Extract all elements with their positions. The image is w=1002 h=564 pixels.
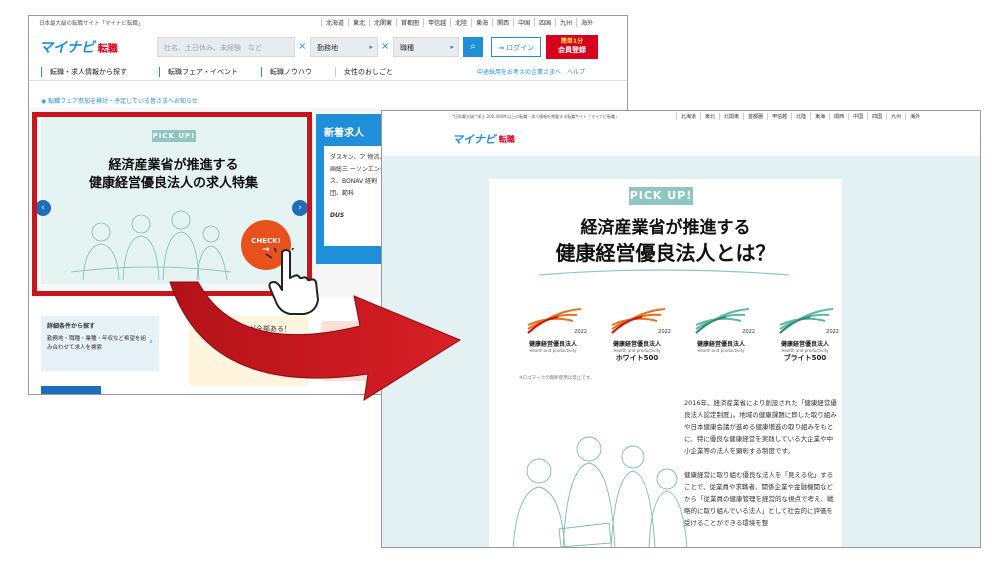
keyword-search-input[interactable]: 社名、土日休み、未経験 など	[157, 37, 295, 57]
cert-sub: Health and productivity	[697, 348, 745, 353]
cert-name: 健康経営優良法人	[780, 341, 829, 348]
new-jobs-text: ダスキン、ア 物流、画総三 ーソンエンタ ス、BONAV 経割団、範科	[330, 154, 386, 197]
site-tagline: *日本最大級 *求人 200,000件以上の転職・求人情報を掲載する転職サイト「…	[452, 114, 620, 119]
site-logo[interactable]: マイナビ 転職	[452, 131, 515, 147]
region-link[interactable]: 北関東	[369, 18, 396, 27]
cert-extra: ホワイト500	[615, 354, 659, 362]
region-link[interactable]: 関西	[492, 18, 513, 27]
pickup-badge: PICK UP!	[629, 187, 693, 205]
top-bar: 日本最大級の転職サイト「マイナビ転職」 北海道 東北 北関東 首都圏 甲信越 北…	[29, 16, 627, 29]
register-button[interactable]: 簡単1分 会員登録	[546, 35, 598, 59]
region-link[interactable]: 東海	[810, 113, 829, 120]
region-link[interactable]: 中国	[848, 113, 867, 120]
feature-page-window: *日本最大級 *求人 200,000件以上の転職・求人情報を掲載する転職サイト「…	[381, 110, 981, 548]
cert-logo-bright500: 2022 健康経営優良法人 Health and productivity ブラ…	[769, 307, 841, 367]
region-link[interactable]: 首都圏	[743, 113, 767, 120]
region-link[interactable]: 北陸	[791, 113, 810, 120]
region-link[interactable]: 甲信越	[423, 18, 450, 27]
nav-item[interactable]: 転職ノウハウ	[261, 67, 312, 77]
nav-right-links[interactable]: 中途採用をお考えの企業さまへ ヘルプ	[477, 67, 585, 76]
feature-content: PICK UP! 経済産業省が推進する 健康経営優良法人とは？ 2022 健康経…	[489, 179, 842, 547]
main-nav: 転職・求人情報から探す 転職フェア・イベント 転職ノウハウ 女性のおしごと 中途…	[29, 65, 627, 81]
login-button[interactable]: ⇥ ログイン	[491, 37, 542, 57]
region-link[interactable]: 中国	[513, 18, 534, 27]
region-link[interactable]: 東北	[700, 113, 719, 120]
nav-item[interactable]: 転職フェア・イベント	[159, 67, 238, 77]
feature-title-line2: 健康経営優良法人とは？	[555, 241, 776, 265]
blue-bar	[41, 386, 101, 394]
cert-logo-standard: 2022 健康経営優良法人 Health and productivity	[517, 307, 589, 367]
site-logo[interactable]: マイナビ 転職	[39, 37, 118, 57]
location-select[interactable]: 勤務地 ▸	[310, 37, 378, 57]
top-bar: *日本最大級 *求人 200,000件以上の転職・求人情報を掲載する転職サイト「…	[382, 111, 980, 124]
new-jobs-panel[interactable]: 新着求人 ダスキン、ア 物流、画総三 ーソンエンタ ス、BONAV 経割団、範科…	[316, 114, 394, 264]
feature-title-line1: 経済産業省が推進する	[580, 218, 751, 238]
team-illustration	[512, 436, 688, 547]
logo-usage-note: ※ロゴマークの無断使用は禁止です。	[519, 376, 595, 381]
detail-search-card[interactable]: 詳細条件から探す 勤務地・職種・業種・年収など希望を組み合わせて求人を検索 ›	[41, 316, 159, 371]
cert-name: 健康経営優良法人	[612, 341, 661, 348]
cert-sub: Health and productivity	[529, 348, 577, 353]
region-link[interactable]: 甲信越	[767, 113, 791, 120]
cert-year: 2022	[658, 329, 671, 335]
logo-tenshoku: 転職	[97, 43, 118, 55]
region-link[interactable]: 海外	[905, 113, 924, 120]
location-label: 勤務地	[317, 44, 338, 52]
nav-item[interactable]: 女性のおしごと	[335, 67, 393, 77]
cert-year: 2022	[826, 329, 839, 335]
site-tagline: 日本最大級の転職サイト「マイナビ転職」	[39, 21, 144, 27]
region-link[interactable]: 北陸	[450, 18, 471, 27]
cert-year: 2022	[574, 329, 587, 335]
region-link[interactable]: 四国	[534, 18, 555, 27]
chevron-right-icon: ▸	[369, 43, 373, 51]
region-link[interactable]: 東北	[348, 18, 369, 27]
region-link[interactable]: 九州	[555, 18, 576, 27]
cert-logo-white500: 2022 健康経営優良法人 Health and productivity ホワ…	[601, 307, 673, 367]
logo-tenshoku: 転職	[498, 134, 515, 144]
fair-notice-link[interactable]: ◉ 転職フェア参加を検討・予定している皆さまへお知らせ	[41, 96, 198, 105]
logo-mark: マイナビ	[452, 133, 496, 146]
new-jobs-title: 新着求人	[324, 128, 364, 139]
cert-name: 健康経営優良法人	[528, 341, 577, 348]
register-line1: 簡単1分	[560, 38, 584, 45]
jobtype-select[interactable]: 職種 ▸	[393, 37, 459, 57]
search-button[interactable]: ⌕	[463, 37, 483, 57]
region-link[interactable]: 九州	[886, 113, 905, 120]
body-paragraph-2: 健康経営に取り組む優良な法人を「見える化」することで、従業員や求職者、関係企業や…	[684, 471, 834, 527]
region-link[interactable]: 四国	[867, 113, 886, 120]
logo-mark: マイナビ	[39, 40, 95, 56]
cert-extra: ブライト500	[783, 354, 827, 362]
chevron-right-icon: ›	[149, 337, 153, 347]
region-links: 北海道 東北 北関東 首都圏 甲信越 北陸 東海 関西 中国 四国 九州 海外	[676, 113, 924, 120]
region-link[interactable]: 海外	[576, 18, 597, 27]
cert-logo-standard-green: 2022 健康経営優良法人 Health and productivity	[685, 307, 757, 367]
region-link[interactable]: 東海	[471, 18, 492, 27]
new-jobs-logo: DUS	[330, 212, 345, 219]
search-icon: ⌕	[470, 41, 476, 52]
jobtype-label: 職種	[400, 44, 414, 52]
decorative-swash	[539, 269, 789, 276]
login-label: ログイン	[506, 44, 535, 52]
region-links: 北海道 東北 北関東 首都圏 甲信越 北陸 東海 関西 中国 四国 九州 海外	[321, 18, 597, 27]
region-link[interactable]: 関西	[829, 113, 848, 120]
region-link[interactable]: 北海道	[321, 18, 348, 27]
region-link[interactable]: 北海道	[676, 113, 700, 120]
nav-item[interactable]: 転職・求人情報から探す	[41, 67, 127, 77]
region-link[interactable]: 首都圏	[396, 18, 423, 27]
notice-text: 転職フェア参加を検討・予定している皆さまへお知らせ	[48, 98, 198, 105]
region-link[interactable]: 北関東	[719, 113, 743, 120]
detail-text: 勤務地・職種・業種・年収など希望を組み合わせて求人を検索	[47, 336, 147, 351]
x-separator-icon: ×	[381, 41, 390, 52]
chevron-right-icon: ▸	[450, 43, 454, 51]
cert-name: 健康経営優良法人	[696, 341, 745, 348]
register-line2: 会員登録	[558, 46, 586, 54]
login-icon: ⇥	[498, 44, 507, 52]
pointer-hand-icon	[265, 248, 319, 315]
x-separator-icon: ×	[298, 41, 307, 52]
detail-title: 詳細条件から探す	[47, 323, 96, 330]
body-paragraph-1: 2016年、経済産業省により創設された「健康経営優良法人認定制度」。地域の健康課…	[684, 399, 837, 455]
feature-body: 2016年、経済産業省により創設された「健康経営優良法人認定制度」。地域の健康課…	[684, 397, 839, 541]
cert-year: 2022	[742, 329, 755, 335]
